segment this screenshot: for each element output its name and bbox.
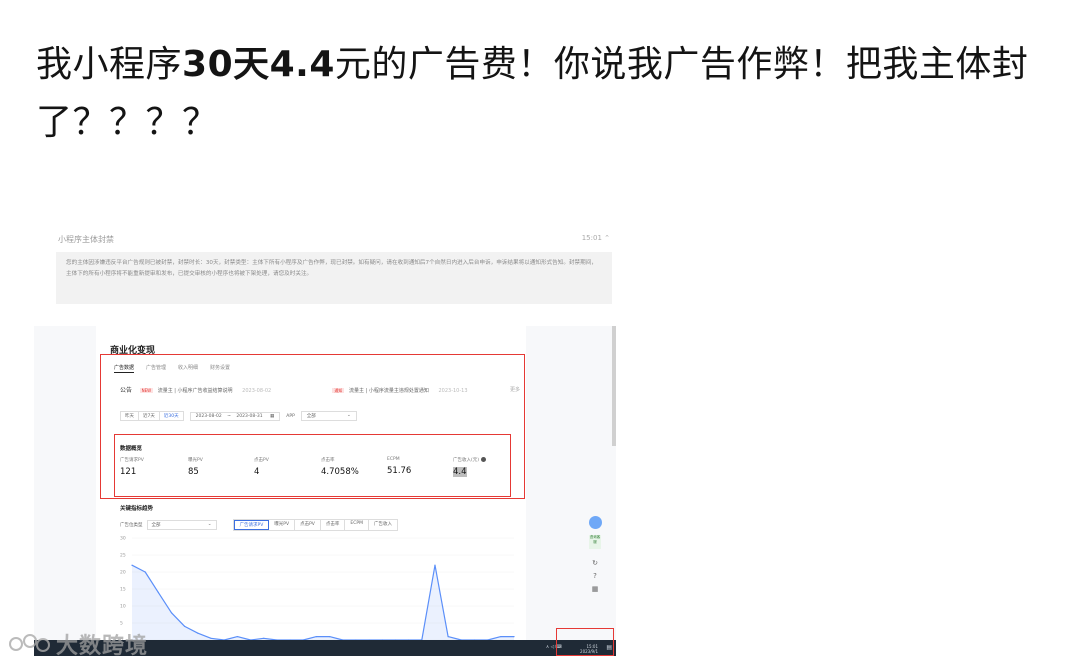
announcement-date-1: 2023-08-02 — [242, 388, 272, 394]
data-point — [157, 591, 159, 593]
announcement-label: 公告 — [120, 387, 133, 394]
type-label: 广告位类型 — [120, 523, 143, 528]
title-part1: 我小程序 — [36, 44, 183, 85]
metric-tabs: 广告请求PV 曝光PV 点击PV 点击率 ECPM 广告收入 — [232, 519, 398, 531]
data-point — [236, 636, 238, 638]
y-tick-label: 15 — [120, 587, 126, 593]
filter-row: 昨天 近7天 近30天 2023-08-02 ~ 2023-08-31 ▦ AP… — [120, 411, 357, 421]
trend-controls: 广告位类型 全部 ⌄ 广告请求PV 曝光PV 点击PV 点击率 ECPM 广告收… — [120, 519, 398, 531]
range-30days[interactable]: 近30天 — [160, 412, 183, 420]
metric-tab-request-pv[interactable]: 广告请求PV — [233, 520, 270, 530]
watermark: 大数跨境 — [8, 628, 148, 660]
post-title: 我小程序30天4.4元的广告费！你说我广告作弊！把我主体封了？？？？ — [36, 36, 1046, 152]
metric-exposure-pv: 曝光PV 85 — [188, 458, 203, 477]
more-link[interactable]: 更多 — [510, 386, 520, 393]
data-point — [315, 636, 318, 638]
metric-click-pv: 点击PV 4 — [254, 458, 269, 477]
notice-body: 您的主体因涉嫌违反平台广告规则已被封禁，封禁时长：30天，封禁类型：主体下所有小… — [56, 252, 612, 304]
support-badge[interactable]: 咨询客服 — [589, 535, 601, 549]
notice-time[interactable]: 15:01 ⌃ — [582, 234, 610, 242]
metric-ad-income: 广告收入(元) 4.4 — [453, 457, 523, 477]
scrollbar[interactable] — [612, 326, 616, 446]
chevron-down-icon: ⌄ — [207, 522, 212, 527]
data-point — [447, 636, 449, 638]
watermark-logo-icon — [9, 634, 50, 652]
grid-icon[interactable]: ▦ — [585, 583, 605, 596]
data-point — [184, 625, 186, 627]
metric-ctr: 点击率 4.7058% — [321, 458, 359, 477]
y-tick-label: 25 — [120, 553, 126, 559]
info-icon[interactable] — [481, 457, 487, 462]
y-tick-label: 30 — [120, 536, 126, 542]
data-point — [144, 571, 146, 573]
announcement-bar: 公告 NEW 流量主 | 小程序广告收益结算说明 2023-08-02 通知 流… — [120, 385, 520, 397]
chevron-down-icon: ⌄ — [347, 413, 351, 418]
tab-ad-manage[interactable]: 广告管理 — [146, 364, 166, 373]
data-point — [197, 632, 199, 634]
trend-title: 关键指标趋势 — [120, 506, 154, 512]
data-point — [131, 564, 133, 566]
title-bold1: 30天4.4 — [182, 44, 335, 85]
chat-bubble-icon[interactable] — [588, 516, 602, 529]
notice-title: 小程序主体封禁 — [58, 235, 114, 244]
tab-bar: 广告数据 广告管理 收入明细 财务设置 — [114, 364, 230, 373]
ad-income-value: 4.4 — [453, 467, 467, 477]
range-yesterday[interactable]: 昨天 — [121, 412, 139, 420]
metric-tab-exposure-pv[interactable]: 曝光PV — [269, 520, 296, 530]
new-badge: NEW — [139, 388, 154, 393]
y-tick-label: 10 — [120, 604, 126, 610]
metric-tab-income[interactable]: 广告收入 — [369, 520, 397, 530]
notice-card: 小程序主体封禁 15:01 ⌃ 您的主体因涉嫌违反平台广告规则已被封禁，封禁时长… — [56, 228, 612, 304]
y-tick-label: 5 — [120, 621, 123, 627]
watermark-text: 大数跨境 — [56, 634, 149, 659]
announcement-item-2[interactable]: 流量主 | 小程序流量主违规处置通知 — [349, 388, 429, 394]
announcement-item-1[interactable]: 流量主 | 小程序广告收益结算说明 — [158, 388, 233, 394]
notice-badge: 通知 — [332, 388, 345, 393]
app-label: APP — [286, 413, 295, 419]
calendar-icon: ▦ — [270, 413, 275, 419]
notice-screenshot: 小程序主体封禁 15:01 ⌃ 您的主体因涉嫌违反平台广告规则已被封禁，封禁时长… — [34, 222, 616, 310]
y-tick-label: 20 — [120, 570, 126, 576]
range-selector: 昨天 近7天 近30天 — [120, 411, 184, 421]
app-select[interactable]: 全部 ⌄ — [300, 411, 357, 421]
metric-tab-ecpm[interactable]: ECPM — [345, 520, 369, 530]
tab-income-detail[interactable]: 收入明细 — [178, 364, 198, 373]
data-point — [328, 636, 331, 638]
metric-tab-click-pv[interactable]: 点击PV — [295, 520, 321, 530]
refresh-icon[interactable]: ↻ — [585, 557, 605, 570]
data-point — [513, 636, 515, 638]
summary-title: 数据概览 — [120, 446, 143, 452]
trend-chart: 302520151050 — [120, 536, 515, 644]
metric-tab-ctr[interactable]: 点击率 — [321, 520, 346, 530]
tab-ad-data[interactable]: 广告数据 — [114, 364, 135, 373]
series-line — [131, 564, 514, 641]
range-7days[interactable]: 近7天 — [139, 412, 160, 420]
tab-finance-settings[interactable]: 财务设置 — [210, 364, 230, 373]
data-point — [210, 637, 212, 639]
highlight-box-clock — [556, 628, 614, 656]
data-point — [500, 636, 502, 638]
data-point — [434, 564, 436, 566]
date-range-picker[interactable]: 2023-08-02 ~ 2023-08-31 ▦ — [189, 411, 281, 421]
metric-ad-request-pv: 广告请求PV 121 — [120, 458, 144, 477]
ad-type-select[interactable]: 全部 ⌄ — [146, 520, 217, 530]
data-point — [170, 612, 173, 614]
data-point — [263, 637, 265, 639]
dashboard-screenshot: 商业化变现 广告数据 广告管理 收入明细 财务设置 公告 NEW 流量主 | 小… — [34, 326, 616, 656]
metric-ecpm: ECPM 51.76 — [387, 457, 412, 476]
help-icon[interactable]: ? — [585, 570, 605, 583]
side-toolbar: 咨询客服 ↻ ? ▦ — [585, 516, 605, 596]
announcement-date-2: 2023-10-13 — [438, 388, 468, 394]
